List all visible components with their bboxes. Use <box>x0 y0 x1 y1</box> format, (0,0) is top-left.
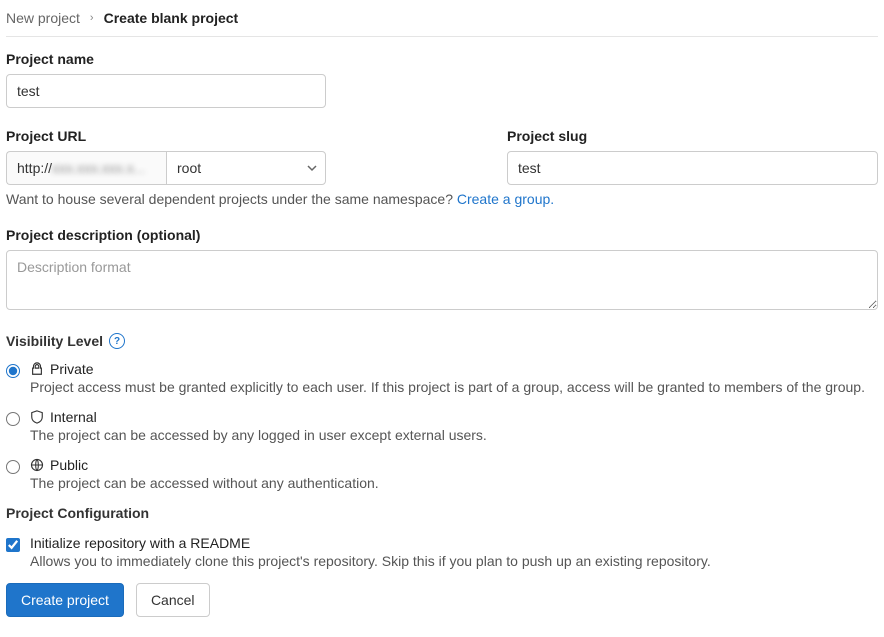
help-icon[interactable]: ? <box>109 333 125 349</box>
namespace-select[interactable]: root <box>166 151 326 185</box>
project-slug-input[interactable] <box>507 151 878 185</box>
readme-label: Initialize repository with a README <box>30 535 250 551</box>
project-url-label: Project URL <box>6 128 377 144</box>
globe-icon <box>30 458 44 472</box>
chevron-right-icon: › <box>90 12 94 24</box>
create-group-link[interactable]: Create a group. <box>457 191 554 207</box>
description-textarea[interactable] <box>6 250 878 310</box>
shield-icon <box>30 410 44 424</box>
namespace-hint-text: Want to house several dependent projects… <box>6 191 457 207</box>
visibility-radio-private[interactable] <box>6 364 20 378</box>
visibility-radio-public[interactable] <box>6 460 20 474</box>
visibility-option-private[interactable]: Private Project access must be granted e… <box>6 361 878 395</box>
project-url-block: Project URL http://xxx.xxx.xxx.x... root <box>6 128 377 185</box>
visibility-option-public[interactable]: Public The project can be accessed witho… <box>6 457 878 491</box>
visibility-radio-internal[interactable] <box>6 412 20 426</box>
namespace-hint: Want to house several dependent projects… <box>6 191 878 207</box>
project-config-heading: Project Configuration <box>6 505 878 521</box>
visibility-heading-text: Visibility Level <box>6 333 103 349</box>
project-slug-label: Project slug <box>507 128 878 144</box>
visibility-private-desc: Project access must be granted explicitl… <box>30 379 878 395</box>
create-project-button[interactable]: Create project <box>6 583 124 617</box>
readme-checkbox-row[interactable]: Initialize repository with a README Allo… <box>6 535 878 569</box>
visibility-internal-title: Internal <box>50 409 97 425</box>
visibility-private-title: Private <box>50 361 94 377</box>
visibility-public-desc: The project can be accessed without any … <box>30 475 878 491</box>
visibility-heading: Visibility Level ? <box>6 333 878 349</box>
url-scheme: http:// <box>17 160 52 176</box>
description-label: Project description (optional) <box>6 227 878 243</box>
visibility-option-internal[interactable]: Internal The project can be accessed by … <box>6 409 878 443</box>
project-name-block: Project name <box>6 51 878 108</box>
url-host-masked: xxx.xxx.xxx.x... <box>52 160 145 176</box>
lock-icon <box>30 362 44 376</box>
breadcrumb: New project › Create blank project <box>6 6 878 37</box>
chevron-down-icon <box>307 160 317 176</box>
breadcrumb-parent[interactable]: New project <box>6 10 80 26</box>
project-slug-block: Project slug <box>507 128 878 185</box>
breadcrumb-current: Create blank project <box>104 10 239 26</box>
namespace-selected: root <box>177 160 201 176</box>
visibility-internal-desc: The project can be accessed by any logge… <box>30 427 878 443</box>
project-name-label: Project name <box>6 51 878 67</box>
description-block: Project description (optional) <box>6 227 878 313</box>
visibility-public-title: Public <box>50 457 88 473</box>
readme-desc: Allows you to immediately clone this pro… <box>30 553 878 569</box>
readme-checkbox[interactable] <box>6 538 20 552</box>
cancel-button[interactable]: Cancel <box>136 583 210 617</box>
form-actions: Create project Cancel <box>6 583 878 617</box>
project-name-input[interactable] <box>6 74 326 108</box>
project-url-prefix: http://xxx.xxx.xxx.x... <box>6 151 166 185</box>
